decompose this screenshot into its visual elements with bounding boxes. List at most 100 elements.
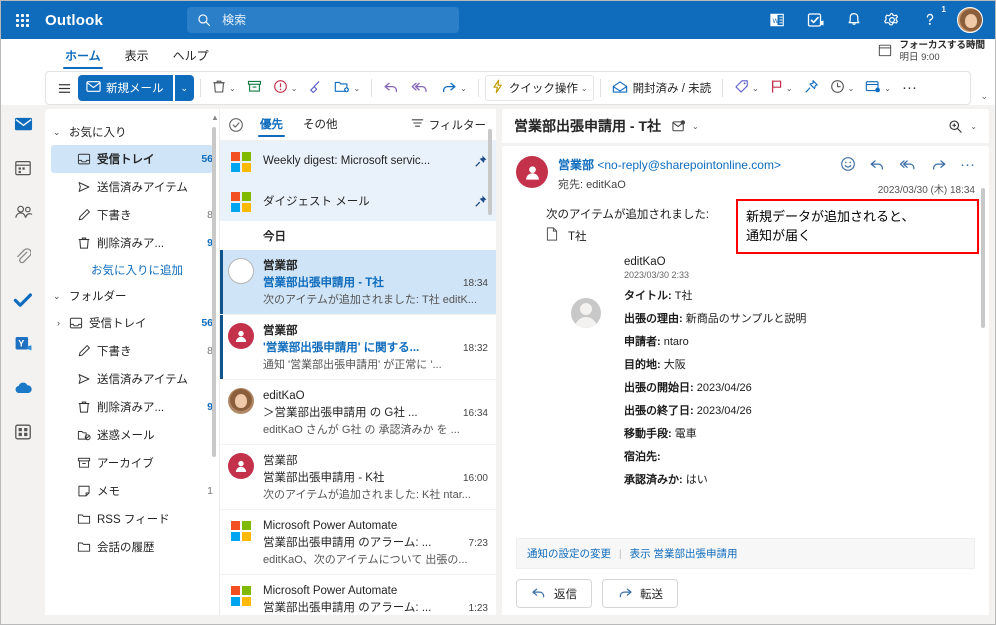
forward-button[interactable]: 転送 bbox=[602, 579, 678, 608]
new-mail-dropdown[interactable]: ⌄ bbox=[174, 75, 195, 101]
table-row[interactable]: Microsoft Power Automate 営業部出張申請用 のアラーム:… bbox=[220, 510, 496, 575]
notifications-bell-icon[interactable] bbox=[843, 9, 865, 31]
sender-line: 営業部 <no-reply@sharepointonline.com> bbox=[558, 158, 781, 172]
chevron-down-icon[interactable]: ⌄ bbox=[291, 84, 298, 93]
table-row[interactable]: 営業部 営業部出張申請用 - K社 16:00 次のアイテムが追加されました: … bbox=[220, 445, 496, 510]
message-list-scroll-area[interactable]: Weekly digest: Microsoft servic... ダイジェス… bbox=[220, 141, 496, 622]
search-box[interactable] bbox=[187, 7, 460, 33]
ribbon-collapse-chevron-icon[interactable]: ⌄ bbox=[980, 91, 988, 102]
list-item[interactable]: ダイジェスト メール bbox=[220, 181, 496, 221]
report-junk-icon bbox=[273, 79, 288, 97]
more-ellipsis-icon[interactable]: ··· bbox=[960, 157, 975, 172]
tab-view[interactable]: 表示 bbox=[115, 43, 159, 69]
unread-circle-icon[interactable] bbox=[228, 258, 254, 284]
help-feedback-icon[interactable]: 1 bbox=[919, 5, 946, 31]
sidebar-item-inbox[interactable]: › 受信トレイ 56 bbox=[51, 309, 213, 337]
chevron-right-icon[interactable]: › bbox=[57, 318, 60, 328]
archive-button[interactable] bbox=[242, 75, 267, 101]
reply-icon[interactable] bbox=[869, 158, 886, 171]
table-row[interactable]: 営業部 '営業部出張申請用' に関する... 18:32 通知 '営業部出張申請… bbox=[220, 315, 496, 380]
more-commands-button[interactable]: ··· bbox=[897, 75, 922, 101]
sidebar-item-sent-fav[interactable]: 送信済みアイテム bbox=[51, 173, 213, 201]
chevron-down-icon[interactable]: ⌄ bbox=[353, 84, 360, 93]
sidebar-item-sent[interactable]: 送信済みアイテム bbox=[51, 365, 213, 393]
categorize-button[interactable]: ⌄ bbox=[729, 75, 764, 101]
rail-mail[interactable] bbox=[8, 109, 38, 139]
select-all-circle-icon[interactable] bbox=[228, 117, 244, 133]
app-launcher-icon[interactable] bbox=[5, 3, 39, 37]
sweep-button[interactable] bbox=[303, 75, 328, 101]
teams-meeting-icon[interactable] bbox=[805, 9, 827, 31]
chevron-down-icon[interactable]: ⌄ bbox=[884, 84, 891, 93]
sidebar-item-inbox-fav[interactable]: 受信トレイ 56 bbox=[51, 145, 213, 173]
sidebar-item-deleted[interactable]: 削除済みア... 9 bbox=[51, 393, 213, 421]
react-emoji-icon[interactable] bbox=[840, 156, 856, 172]
rail-files[interactable] bbox=[8, 241, 38, 271]
search-input[interactable] bbox=[220, 12, 450, 28]
chevron-down-icon[interactable]: ⌄ bbox=[970, 122, 977, 131]
chevron-down-icon[interactable]: ⌄ bbox=[581, 84, 588, 93]
sidebar-item-deleted-fav[interactable]: 削除済みア... 9 bbox=[51, 229, 213, 257]
show-list-link[interactable]: 営業部出張申請用 bbox=[654, 548, 738, 560]
field-end-date: 出張の終了日: 2023/04/26 bbox=[624, 402, 975, 418]
chevron-down-icon[interactable]: ⌄ bbox=[460, 84, 467, 93]
rail-yammer[interactable]: Y bbox=[8, 329, 38, 359]
table-row[interactable]: editKaO ＞営業部出張申請用 の G社 ... 16:34 editKaO… bbox=[220, 380, 496, 445]
scroll-up-arrow-icon[interactable]: ▲ bbox=[211, 113, 219, 122]
tab-help[interactable]: ヘルプ bbox=[163, 43, 219, 69]
forward-button[interactable]: ⌄ bbox=[435, 75, 472, 101]
folder-pane-scrollbar[interactable]: ▲ ▼ bbox=[211, 113, 219, 622]
zoom-search-icon[interactable]: ⌄ bbox=[948, 119, 977, 134]
message-list-scrollbar[interactable] bbox=[486, 111, 494, 620]
favorites-group-header[interactable]: ⌄ お気に入り bbox=[45, 119, 219, 145]
forward-icon[interactable] bbox=[930, 158, 947, 171]
rail-calendar[interactable] bbox=[8, 153, 38, 183]
reading-pane-scrollbar[interactable] bbox=[979, 184, 988, 616]
pivot-focused[interactable]: 優先 bbox=[254, 113, 289, 137]
menu-icon[interactable] bbox=[52, 75, 77, 101]
chevron-down-icon[interactable]: ⌄ bbox=[848, 84, 855, 93]
chevron-down-icon[interactable]: ⌄ bbox=[229, 84, 236, 93]
focus-time-widget[interactable]: フォーカスする時間 明日 9:00 bbox=[878, 40, 985, 64]
pivot-other[interactable]: その他 bbox=[297, 113, 344, 137]
rail-onedrive[interactable] bbox=[8, 373, 38, 403]
sidebar-item-notes[interactable]: メモ 1 bbox=[51, 477, 213, 505]
sidebar-item-drafts[interactable]: 下書き 8 bbox=[51, 337, 213, 365]
rules-button[interactable]: ⌄ bbox=[860, 75, 896, 101]
categorize-envelope-icon[interactable]: ⌄ bbox=[671, 119, 699, 134]
sidebar-item-junk[interactable]: 迷惑メール bbox=[51, 421, 213, 449]
quick-steps-button[interactable]: クイック操作 ⌄ bbox=[484, 75, 594, 101]
read-unread-button[interactable]: 開封済み / 未読 bbox=[607, 75, 717, 101]
filter-button[interactable]: フィルター bbox=[411, 117, 486, 133]
move-to-button[interactable]: ⌄ bbox=[329, 75, 365, 101]
snooze-button[interactable]: ⌄ bbox=[825, 75, 860, 101]
new-mail-button[interactable]: 新規メール bbox=[78, 75, 173, 101]
reply-button[interactable]: 返信 bbox=[516, 579, 592, 608]
sidebar-item-drafts-fav[interactable]: 下書き 8 bbox=[51, 201, 213, 229]
add-to-favorites-link[interactable]: お気に入りに追加 bbox=[45, 257, 219, 283]
sidebar-item-archive[interactable]: アーカイブ bbox=[51, 449, 213, 477]
reply-button[interactable] bbox=[378, 75, 405, 101]
settings-gear-icon[interactable] bbox=[881, 9, 903, 31]
reply-all-button[interactable] bbox=[406, 75, 434, 101]
list-item[interactable]: Weekly digest: Microsoft servic... bbox=[220, 141, 496, 181]
sidebar-item-conversation-history[interactable]: 会話の履歴 bbox=[51, 533, 213, 561]
chevron-down-icon[interactable]: ⌄ bbox=[786, 84, 793, 93]
rail-todo[interactable] bbox=[8, 285, 38, 315]
sidebar-item-rss[interactable]: RSS フィード bbox=[51, 505, 213, 533]
change-notification-settings-link[interactable]: 通知の設定の変更 bbox=[527, 548, 611, 560]
flag-button[interactable]: ⌄ bbox=[765, 75, 798, 101]
table-row[interactable]: 営業部 営業部出張申請用 - T社 18:34 次のアイテムが追加されました: … bbox=[220, 250, 496, 315]
rail-apps[interactable] bbox=[8, 417, 38, 447]
rail-people[interactable] bbox=[8, 197, 38, 227]
chevron-down-icon[interactable]: ⌄ bbox=[752, 84, 759, 93]
user-avatar[interactable] bbox=[957, 7, 983, 33]
chevron-down-icon[interactable]: ⌄ bbox=[692, 122, 699, 131]
tab-home[interactable]: ホーム bbox=[55, 43, 111, 69]
pin-button[interactable] bbox=[799, 75, 824, 101]
office-apps-icon[interactable]: W bbox=[767, 9, 789, 31]
folders-group-header[interactable]: ⌄ フォルダー bbox=[45, 283, 219, 309]
reply-all-icon[interactable] bbox=[899, 158, 917, 171]
report-junk-button[interactable]: ⌄ bbox=[268, 75, 303, 101]
delete-button[interactable]: ⌄ bbox=[207, 75, 241, 101]
